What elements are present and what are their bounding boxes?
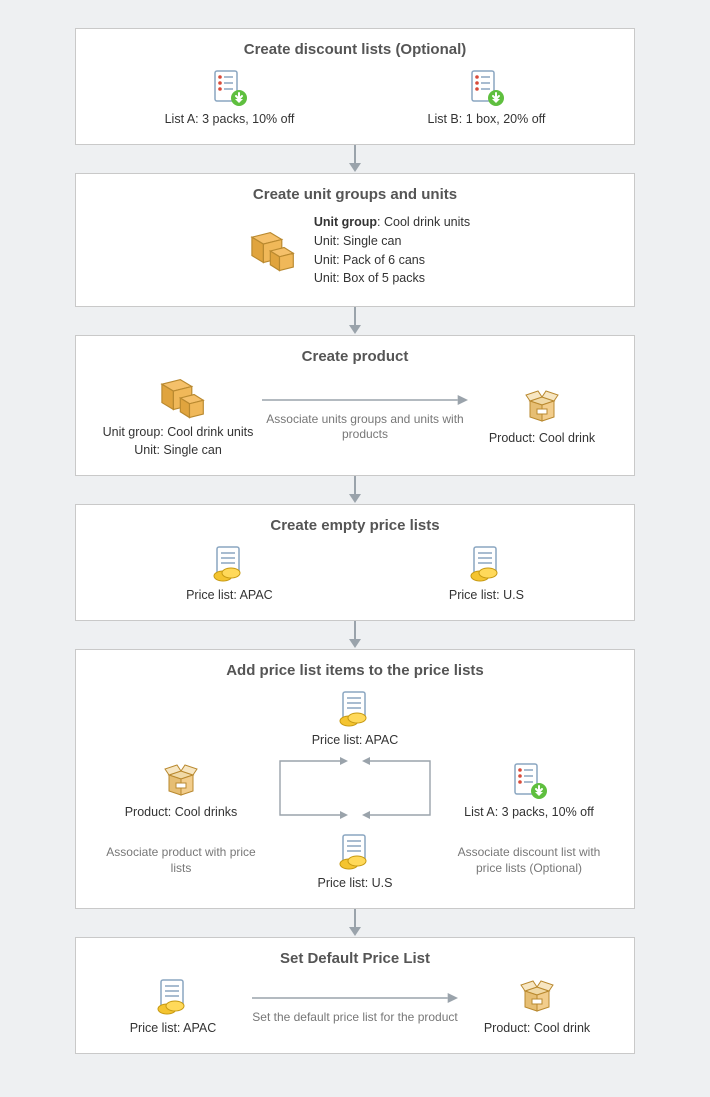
flow-arrow-icon [28, 621, 682, 649]
panel-empty-price-lists: Create empty price lists Price list: APA… [75, 504, 635, 621]
price-list-apac-node: Price list: APAC [98, 977, 248, 1035]
discount-list-a: List A: 3 packs, 10% off [165, 68, 295, 126]
price-list-icon [466, 544, 506, 584]
panel-create-product: Create product Unit group: Cool drink un… [75, 335, 635, 476]
panel-unit-groups: Create unit groups and units Unit group:… [75, 173, 635, 307]
product-node: Product: Cool drink [472, 387, 612, 445]
associate-arrow: Associate units groups and units with pr… [258, 390, 472, 442]
unit-group-value: : Cool drink units [377, 215, 470, 229]
unit-line: Unit: Pack of 6 cans [314, 251, 470, 270]
set-default-arrow: Set the default price list for the produ… [248, 988, 462, 1025]
flow-arrow-icon [28, 909, 682, 937]
flow-arrow-icon [28, 476, 682, 504]
price-list-us: Price list: U.S [449, 544, 524, 602]
open-box-icon [161, 761, 201, 801]
price-list-label: Price list: APAC [312, 733, 399, 747]
price-list-label: Price list: U.S [449, 588, 524, 602]
price-list-label: Price list: U.S [317, 876, 392, 890]
discount-list-b-label: List B: 1 box, 20% off [428, 112, 546, 126]
price-list-icon [335, 832, 375, 872]
open-box-icon [522, 387, 562, 427]
product-label: Product: Cool drinks [125, 805, 238, 819]
discount-list-icon [509, 761, 549, 801]
panel-title: Create discount lists (Optional) [98, 41, 612, 58]
panel-title: Create product [98, 348, 612, 365]
product-node: Product: Cool drink [462, 977, 612, 1035]
flow-arrow-icon [28, 145, 682, 173]
price-list-apac-node: Price list: APAC [272, 689, 438, 747]
panel-discount-lists: Create discount lists (Optional) List A:… [75, 28, 635, 145]
panel-title: Set Default Price List [98, 950, 612, 967]
product-label: Product: Cool drink [489, 431, 595, 445]
discount-list-icon [209, 68, 249, 108]
right-note: Associate discount list with price lists… [446, 845, 612, 876]
price-list-apac: Price list: APAC [186, 544, 273, 602]
unit-line: Unit: Box of 5 packs [314, 269, 470, 288]
price-list-us-node: Price list: U.S [272, 832, 438, 890]
unit-line: Unit: Single can [314, 232, 470, 251]
panel-title: Create unit groups and units [98, 186, 612, 203]
discount-list-icon [466, 68, 506, 108]
discount-list-label: List A: 3 packs, 10% off [464, 805, 594, 819]
price-list-label: Price list: APAC [130, 1021, 217, 1035]
discount-list-a-label: List A: 3 packs, 10% off [165, 112, 295, 126]
discount-list-b: List B: 1 box, 20% off [428, 68, 546, 126]
arrow-label: Associate units groups and units with pr… [262, 412, 468, 442]
unit-group-details: Unit group: Cool drink units Unit: Singl… [314, 213, 470, 288]
price-list-icon [153, 977, 193, 1017]
panel-title: Create empty price lists [98, 517, 612, 534]
price-list-label: Price list: APAC [186, 588, 273, 602]
price-list-icon [209, 544, 249, 584]
panel-set-default-price-list: Set Default Price List Price list: APAC … [75, 937, 635, 1054]
open-box-icon [517, 977, 557, 1017]
discount-list-node: List A: 3 packs, 10% off [446, 761, 612, 819]
left-note: Associate product with price lists [98, 845, 264, 876]
panel-title: Add price list items to the price lists [98, 662, 612, 679]
unit-group-label: Unit group [314, 215, 377, 229]
unit-label: Unit: Single can [134, 443, 222, 457]
connector-arrows [272, 753, 438, 826]
product-label: Product: Cool drink [484, 1021, 590, 1035]
unit-group-label: Unit group: Cool drink units [103, 425, 254, 439]
product-node: Product: Cool drinks [98, 761, 264, 819]
boxes-icon [150, 375, 206, 421]
arrow-label: Set the default price list for the produ… [252, 1010, 457, 1025]
panel-add-price-list-items: Add price list items to the price lists … [75, 649, 635, 909]
price-list-icon [335, 689, 375, 729]
flow-arrow-icon [28, 307, 682, 335]
boxes-icon [240, 228, 296, 274]
unit-group-node: Unit group: Cool drink units Unit: Singl… [98, 375, 258, 457]
